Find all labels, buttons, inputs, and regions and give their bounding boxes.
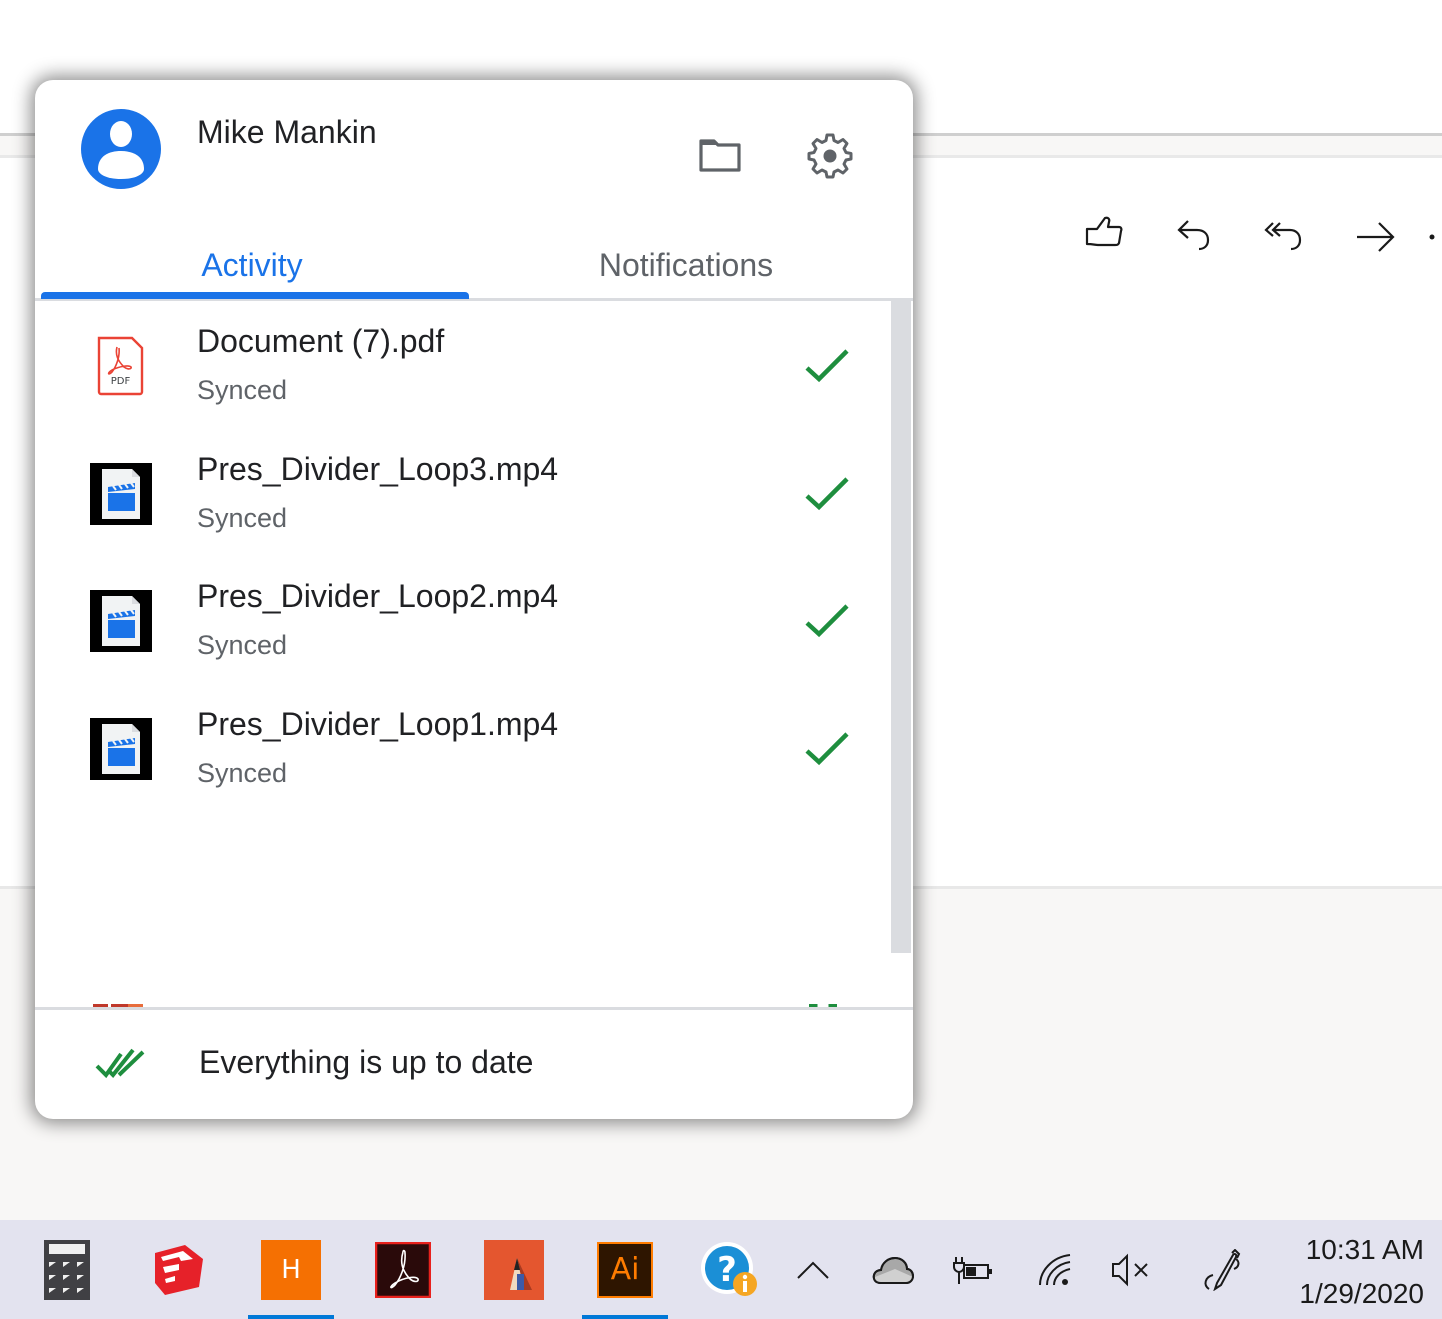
tab-activity[interactable]: Activity	[35, 230, 469, 300]
clock[interactable]: 10:31 AM 1/29/2020	[1299, 1228, 1424, 1316]
forward-button[interactable]	[1330, 210, 1420, 260]
tab-notifications[interactable]: Notifications	[469, 230, 903, 300]
app-label: Ai	[610, 1252, 640, 1287]
checkmark-icon	[805, 604, 849, 638]
message-actions-toolbar	[1060, 210, 1440, 260]
volume-muted-icon	[1112, 1253, 1148, 1286]
illustrator-icon: Ai	[597, 1241, 653, 1298]
battery-charging-icon	[953, 1256, 992, 1284]
reply-all-button[interactable]	[1240, 210, 1330, 260]
show-hidden-icons-button[interactable]	[790, 1220, 836, 1319]
clock-date: 1/29/2020	[1299, 1278, 1424, 1309]
file-name: Pres_Divider_Loop3.mp4	[197, 451, 559, 487]
more-button[interactable]	[1420, 210, 1440, 260]
video-file-icon	[90, 590, 152, 652]
double-checkmark-icon	[95, 1048, 145, 1079]
pen-icon	[1204, 1248, 1241, 1291]
like-icon	[1085, 216, 1123, 247]
file-name: Pres_Divider_Loop2.mp4	[197, 578, 559, 614]
avatar[interactable]	[81, 109, 161, 189]
list-item[interactable]: PDF Document (7).pdf Synced	[35, 301, 885, 429]
calculator-icon	[44, 1239, 90, 1300]
file-name: Document (7).pdf	[197, 323, 445, 359]
popup-header: Mike Mankin	[35, 80, 913, 240]
checkmark-icon	[805, 477, 849, 511]
folder-icon	[699, 139, 741, 172]
taskbar: H Ai ? 10:31 AM 1/29/2020	[0, 1220, 1442, 1319]
reply-button[interactable]	[1150, 210, 1240, 260]
settings-button[interactable]	[805, 130, 855, 180]
pdf-file-icon: PDF	[97, 336, 144, 396]
sync-status: Synced	[197, 630, 288, 660]
taskbar-app-sketchup[interactable]	[134, 1220, 224, 1319]
gear-icon	[807, 133, 853, 179]
tab-bar: Activity Notifications	[35, 230, 913, 300]
onedrive-button[interactable]	[866, 1220, 920, 1319]
list-item[interactable]: Pres_Divider_Loop2.mp4 Synced	[35, 556, 885, 684]
svg-text:PDF: PDF	[111, 376, 131, 387]
reply-icon	[1177, 220, 1210, 251]
taskbar-app-calculator[interactable]	[22, 1220, 112, 1319]
app-label: H	[281, 1254, 301, 1285]
taskbar-app-help[interactable]: ?	[686, 1220, 776, 1319]
acrobat-icon	[375, 1241, 431, 1298]
checkmark-icon	[805, 349, 849, 383]
sync-status-footer: Everything is up to date	[35, 1010, 913, 1119]
activity-list: PDF Document (7).pdf Synced Pres_Divider…	[35, 301, 913, 1007]
more-icon	[1429, 234, 1435, 240]
video-file-icon	[90, 718, 152, 780]
h-app-icon: H	[261, 1239, 321, 1300]
footer-status-text: Everything is up to date	[199, 1044, 534, 1080]
video-file-icon	[90, 463, 152, 525]
sync-status: Synced	[197, 758, 288, 788]
like-button[interactable]	[1060, 210, 1150, 260]
volume-button[interactable]	[1108, 1220, 1154, 1319]
taskbar-app-illustrator[interactable]: Ai	[580, 1220, 670, 1319]
taskbar-app-acrobat[interactable]	[358, 1220, 448, 1319]
sync-status: Synced	[197, 503, 288, 533]
sync-status: Synced	[197, 375, 288, 405]
reply-all-icon	[1264, 222, 1302, 251]
user-icon	[98, 121, 144, 179]
user-name: Mike Mankin	[197, 114, 377, 150]
windows-ink-button[interactable]	[1196, 1220, 1246, 1319]
active-app-indicator	[248, 1315, 334, 1319]
active-tab-indicator	[41, 292, 469, 299]
onedrive-cloud-icon	[872, 1256, 915, 1284]
sketchbook-icon	[484, 1239, 544, 1300]
wifi-icon	[1039, 1253, 1071, 1285]
list-item[interactable]: Pres_Divider_Loop1.mp4 Synced	[35, 684, 885, 812]
desktop: Mike Mankin Activity Notifications PDF D…	[0, 0, 1442, 1319]
drive-sync-popup: Mike Mankin Activity Notifications PDF D…	[35, 80, 913, 1119]
power-button[interactable]	[948, 1220, 998, 1319]
scrollbar[interactable]	[891, 301, 911, 953]
open-folder-button[interactable]	[695, 130, 745, 180]
taskbar-app-sketchbook[interactable]	[469, 1220, 559, 1319]
checkmark-icon	[805, 732, 849, 766]
network-button[interactable]	[1034, 1220, 1078, 1319]
help-info-icon: ?	[701, 1241, 757, 1296]
chevron-up-icon	[797, 1261, 829, 1279]
sketchup-icon	[155, 1244, 203, 1295]
file-name: Pres_Divider_Loop1.mp4	[197, 706, 559, 742]
clock-time: 10:31 AM	[1305, 1234, 1424, 1265]
list-item[interactable]: Pres_Divider_Loop3.mp4 Synced	[35, 429, 885, 557]
forward-icon	[1357, 222, 1395, 252]
active-app-indicator	[582, 1315, 668, 1319]
taskbar-app-h[interactable]: H	[246, 1220, 336, 1319]
